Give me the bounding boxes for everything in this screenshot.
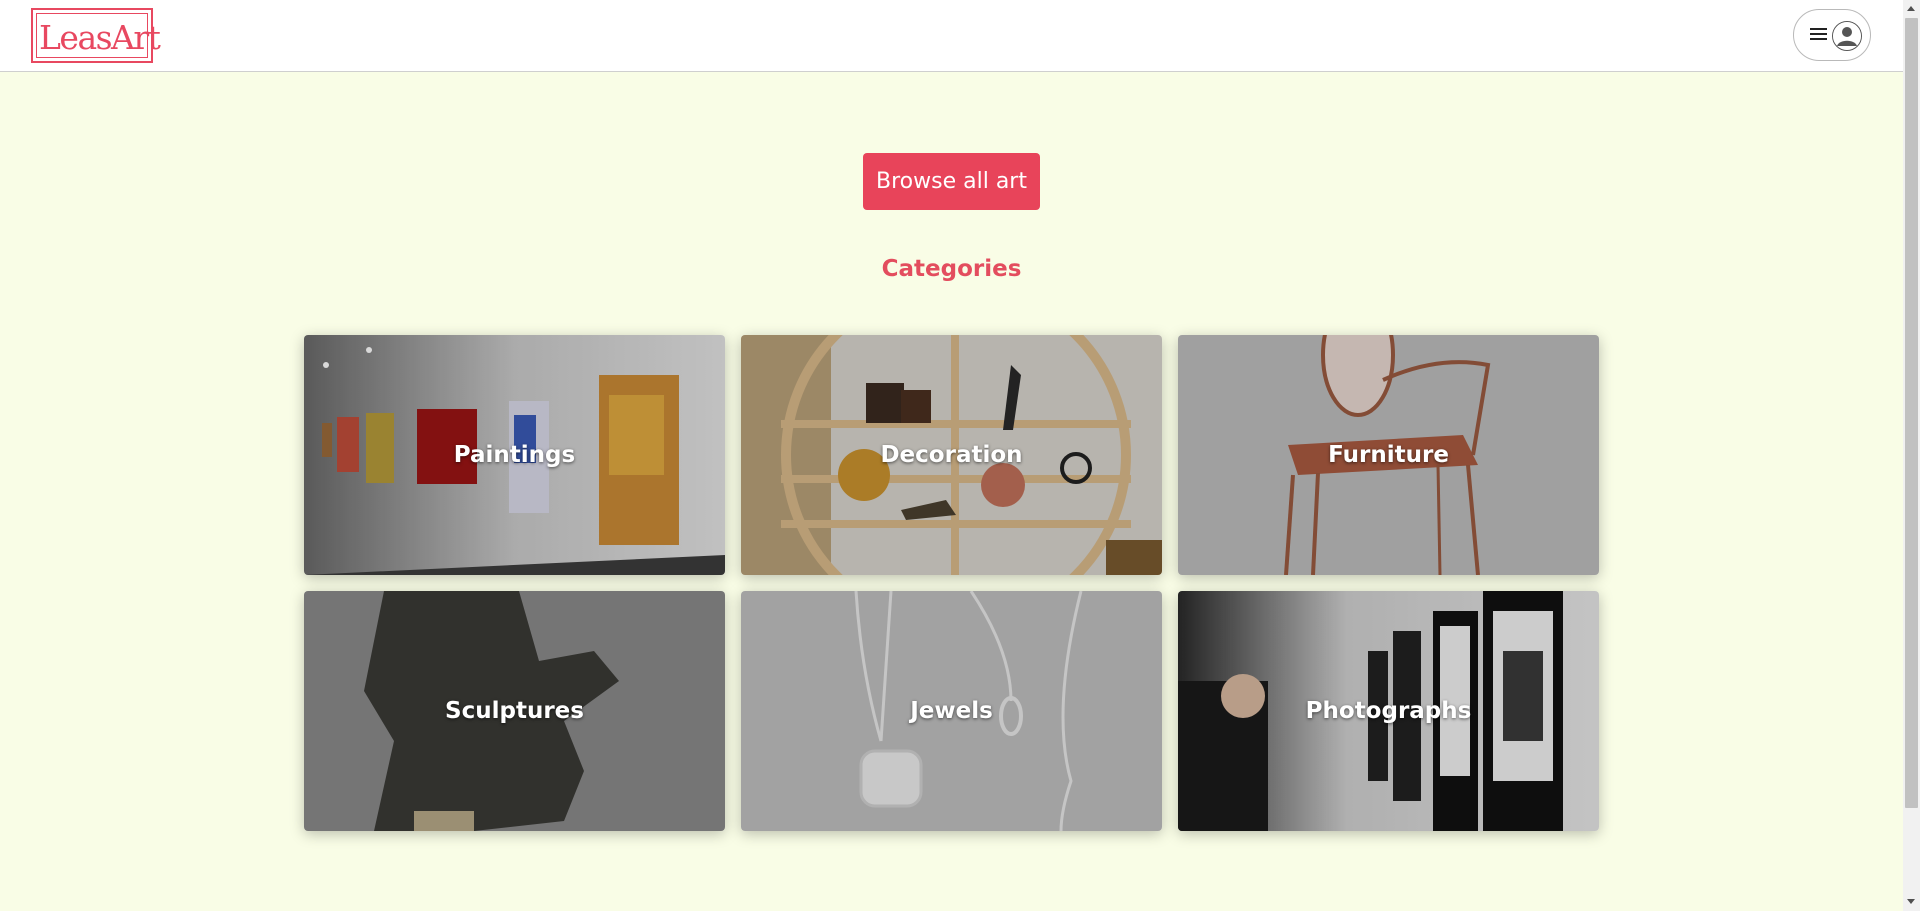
scrollbar-thumb[interactable] (1905, 18, 1918, 808)
category-label: Sculptures (445, 698, 584, 724)
category-card-photographs[interactable]: Photographs (1178, 591, 1599, 831)
browse-all-art-button[interactable]: Browse all art (863, 153, 1040, 210)
category-card-jewels[interactable]: Jewels (741, 591, 1162, 831)
category-card-sculptures[interactable]: Sculptures (304, 591, 725, 831)
category-label: Jewels (910, 698, 993, 724)
logo[interactable]: LeasArt (31, 8, 161, 63)
hamburger-icon (1810, 27, 1827, 42)
vertical-scrollbar[interactable] (1903, 0, 1920, 911)
category-label: Paintings (453, 442, 576, 468)
category-label: Decoration (880, 442, 1023, 468)
category-card-decoration[interactable]: Decoration (741, 335, 1162, 575)
user-menu-button[interactable] (1793, 9, 1871, 61)
category-card-paintings[interactable]: Paintings (304, 335, 725, 575)
category-card-furniture[interactable]: Furniture (1178, 335, 1599, 575)
user-avatar-icon (1832, 21, 1862, 51)
category-label: Furniture (1328, 442, 1449, 468)
scroll-up-arrow-icon[interactable] (1907, 6, 1915, 11)
scroll-down-arrow-icon[interactable] (1907, 899, 1915, 904)
categories-heading: Categories (881, 256, 1022, 282)
logo-text: LeasArt (39, 18, 161, 57)
category-label: Photographs (1305, 698, 1472, 724)
top-navbar: LeasArt (0, 0, 1903, 72)
